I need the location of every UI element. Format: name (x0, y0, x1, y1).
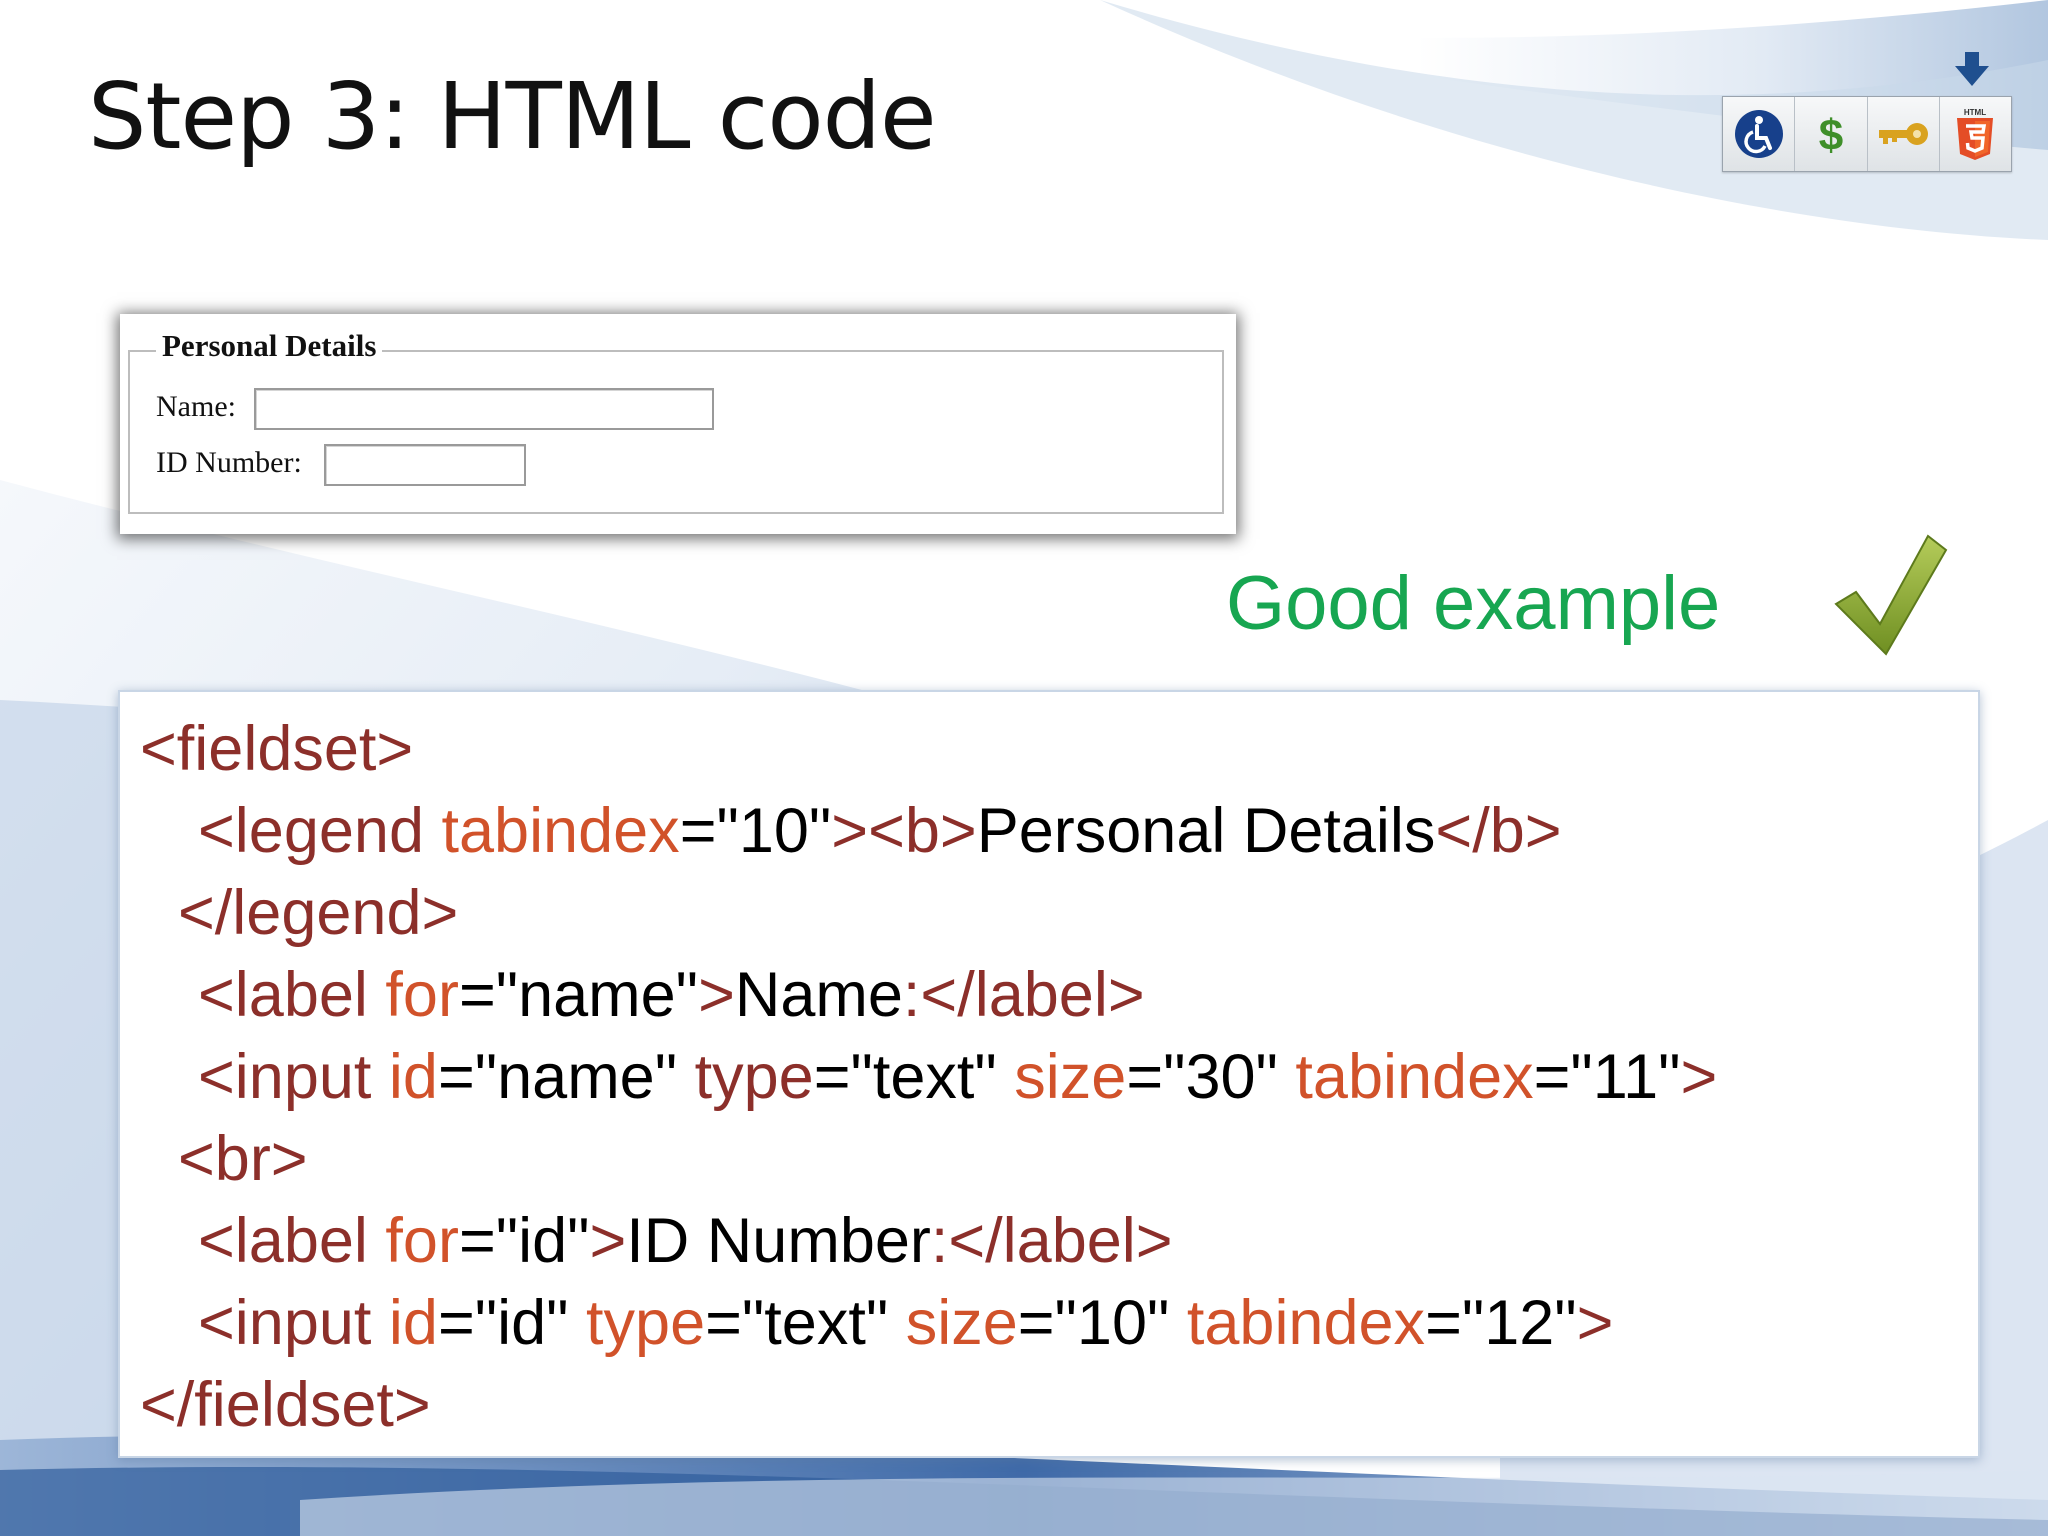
code-value: ="id" (437, 1288, 587, 1358)
code-value: ="12" (1425, 1288, 1577, 1358)
code-tag: </fieldset> (140, 1370, 431, 1440)
code-attribute: tabindex (1186, 1288, 1426, 1358)
code-tag: </b> (1435, 796, 1562, 866)
code-attribute: tabindex (1295, 1042, 1534, 1112)
code-value: ="text" (813, 1042, 1015, 1112)
dollar-icon: $ (1795, 97, 1868, 171)
code-tag: <fieldset> (140, 714, 414, 784)
code-line-8: <input id="id" type="text" size="10" tab… (198, 1292, 1613, 1355)
code-line-1: <fieldset> (140, 718, 413, 781)
code-tag: > (698, 960, 735, 1030)
code-tag: :</label> (902, 960, 1145, 1030)
code-tag: <br> (178, 1124, 308, 1194)
code-value: ="10" (1017, 1288, 1187, 1358)
code-attribute: for (385, 960, 459, 1030)
code-text: Name (734, 960, 903, 1030)
code-attribute: for (385, 1206, 459, 1276)
code-attribute: id (388, 1042, 438, 1112)
code-tag: :</label> (930, 1206, 1173, 1276)
code-value: ="name" (437, 1042, 695, 1112)
code-value: ="id" (458, 1206, 590, 1276)
good-example-label: Good example (1226, 561, 1721, 646)
form-example-screenshot: Personal Details Name: ID Number: (120, 314, 1236, 534)
code-value: ="text" (705, 1288, 906, 1358)
code-line-2: <legend tabindex="10"><b>Personal Detail… (198, 800, 1562, 863)
code-attribute: type (586, 1288, 706, 1358)
code-attribute: size (1014, 1042, 1127, 1112)
code-line-9: </fieldset> (140, 1374, 431, 1437)
arrow-down-icon (1955, 52, 1989, 86)
code-tag: <label (198, 960, 386, 1030)
code-attribute: size (905, 1288, 1018, 1358)
code-tag: > (1576, 1288, 1614, 1358)
code-value: ="30" (1126, 1042, 1296, 1112)
code-line-4: <label for="name">Name:</label> (198, 964, 1145, 1027)
fieldset-legend: Personal Details (156, 328, 383, 364)
code-value: ="name" (458, 960, 699, 1030)
code-value: ="10" (679, 796, 832, 866)
key-icon (1867, 97, 1940, 171)
icon-strip: $ HTML (1722, 96, 2012, 172)
code-attribute: type (694, 1042, 814, 1112)
svg-text:$: $ (1819, 111, 1843, 160)
slide-title: Step 3: HTML code (88, 63, 937, 170)
html5-icon: HTML (1939, 97, 2011, 171)
code-block: <fieldset> <legend tabindex="10"><b>Pers… (120, 692, 1978, 1456)
code-value: ="11" (1533, 1042, 1681, 1112)
fieldset-frame (128, 350, 1224, 514)
code-tag: <input (198, 1288, 389, 1358)
code-tag: > (589, 1206, 627, 1276)
code-tag: </legend> (178, 878, 459, 948)
code-tag: > (1680, 1042, 1718, 1112)
code-tag: <label (198, 1206, 386, 1276)
code-tag: ><b> (831, 796, 977, 866)
accessibility-icon (1723, 97, 1796, 171)
code-line-5: <input id="name" type="text" size="30" t… (198, 1046, 1717, 1109)
name-label: Name: (156, 390, 236, 423)
code-line-6: <br> (178, 1128, 308, 1191)
code-line-3: </legend> (178, 882, 458, 945)
code-attribute: tabindex (441, 796, 680, 866)
code-line-7: <label for="id">ID Number:</label> (198, 1210, 1173, 1273)
code-attribute: id (388, 1288, 438, 1358)
svg-text:HTML: HTML (1964, 108, 1986, 117)
code-tag: <input (198, 1042, 389, 1112)
code-tag: <legend (198, 796, 442, 866)
code-text: Personal Details (976, 796, 1436, 866)
id-number-label: ID Number: (156, 446, 302, 479)
checkmark-icon (1834, 534, 1948, 656)
name-input[interactable] (254, 388, 714, 430)
code-text: ID Number (626, 1206, 931, 1276)
id-number-input[interactable] (324, 444, 526, 486)
